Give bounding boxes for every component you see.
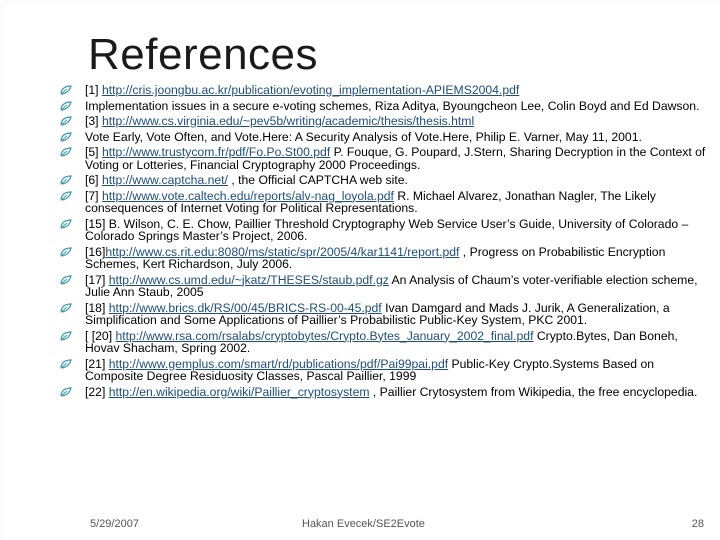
reference-item: [ [20] http://www.rsa.com/rsalabs/crypto… — [60, 329, 708, 355]
leaf-bullet-icon — [60, 115, 74, 126]
reference-item: [1] http://cris.joongbu.ac.kr/publicatio… — [60, 84, 708, 97]
reference-text: [22] — [85, 384, 109, 399]
leaf-bullet-icon — [60, 386, 74, 397]
reference-text: [6] — [85, 173, 102, 187]
leaf-bullet-icon — [60, 358, 74, 369]
leaf-bullet-icon — [60, 246, 74, 257]
slide-frame-top — [0, 0, 720, 4]
leaf-bullet-icon — [60, 190, 74, 201]
reference-text: Vote Early, Vote Often, and Vote.Here: A… — [85, 129, 642, 144]
leaf-bullet-icon — [60, 218, 74, 229]
reference-item: Implementation issues in a secure e-voti… — [60, 98, 708, 113]
reference-text: , Paillier Crytosystem from Wikipedia, t… — [369, 384, 698, 399]
slide-title: References — [88, 30, 319, 79]
leaf-bullet-icon — [60, 174, 74, 185]
reference-item: [6] http://www.captcha.net/ , the Offici… — [60, 174, 708, 187]
reference-text: [15] B. Wilson, C. E. Chow, Paillier Thr… — [85, 216, 689, 243]
reference-text: [3] — [85, 114, 102, 128]
footer-author: Hakan Evecek/SE2Evote — [302, 518, 425, 530]
reference-item: [16]http://www.cs.rit.edu:8080/ms/static… — [60, 245, 708, 271]
reference-list: [1] http://cris.joongbu.ac.kr/publicatio… — [60, 84, 708, 401]
leaf-bullet-icon — [60, 302, 74, 313]
footer-page-number: 28 — [691, 518, 704, 530]
footer-date: 5/29/2007 — [90, 518, 139, 530]
reference-link[interactable]: http://www.captcha.net/ — [102, 173, 228, 187]
reference-text: Implementation issues in a secure e-voti… — [85, 98, 700, 113]
reference-item: [7] http://www.vote.caltech.edu/reports/… — [60, 189, 708, 215]
reference-link[interactable]: http://en.wikipedia.org/wiki/Paillier_cr… — [109, 385, 370, 399]
reference-item: [22] http://en.wikipedia.org/wiki/Pailli… — [60, 384, 708, 399]
reference-text: [1] — [85, 83, 102, 97]
leaf-bullet-icon — [60, 100, 74, 111]
leaf-bullet-icon — [60, 274, 74, 285]
reference-item: [3] http://www.cs.virginia.edu/~pev5b/wr… — [60, 115, 708, 128]
reference-item: [17] http://www.cs.umd.edu/~jkatz/THESES… — [60, 273, 708, 299]
reference-text: , the Official CAPTCHA web site. — [227, 173, 408, 187]
leaf-bullet-icon — [60, 146, 74, 157]
leaf-bullet-icon — [60, 84, 74, 95]
reference-item: [15] B. Wilson, C. E. Chow, Paillier Thr… — [60, 216, 708, 243]
reference-item: Vote Early, Vote Often, and Vote.Here: A… — [60, 129, 708, 144]
slide-frame-left — [0, 0, 4, 540]
leaf-bullet-icon — [60, 131, 74, 142]
reference-link[interactable]: http://cris.joongbu.ac.kr/publication/ev… — [102, 83, 519, 97]
reference-item: [21] http://www.gemplus.com/smart/rd/pub… — [60, 357, 708, 383]
reference-item: [5] http://www.trustycom.fr/pdf/Fo.Po.St… — [60, 146, 708, 171]
reference-link[interactable]: http://www.cs.virginia.edu/~pev5b/writin… — [102, 114, 474, 128]
leaf-bullet-icon — [60, 330, 74, 341]
reference-item: [18] http://www.brics.dk/RS/00/45/BRICS-… — [60, 301, 708, 327]
